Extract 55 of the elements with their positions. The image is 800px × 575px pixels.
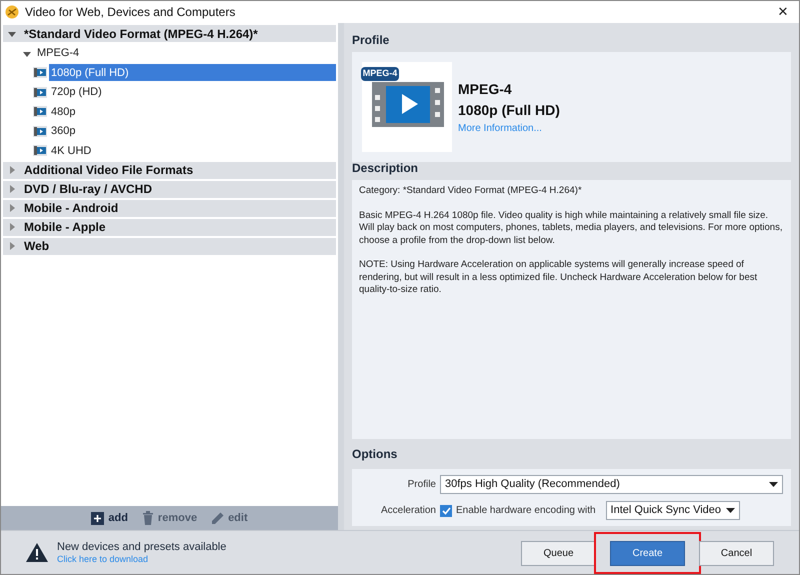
category-header[interactable]: Additional Video File Formats: [3, 162, 336, 178]
category-header[interactable]: Web: [3, 238, 336, 254]
collapsed-arrow-icon[interactable]: [8, 242, 16, 250]
collapsed-arrow-icon[interactable]: [8, 166, 16, 174]
video-file-icon: [362, 62, 452, 152]
category-header[interactable]: *Standard Video Format (MPEG-4 H.264)*: [3, 25, 336, 42]
field-label: Acceleration: [380, 504, 436, 518]
app-logo-icon: [5, 5, 19, 19]
expanded-arrow-icon[interactable]: [23, 50, 31, 58]
dialog-button[interactable]: Cancel: [699, 540, 774, 566]
trash-icon: [142, 511, 154, 525]
video-file-icon: [33, 67, 47, 78]
notice-title: New devices and presets available: [57, 540, 226, 554]
check-icon: [442, 506, 450, 514]
profile-select[interactable]: 30fps High Quality (Recommended): [440, 475, 783, 494]
format-name: MPEG-4: [458, 80, 513, 98]
video-file-icon: [33, 106, 47, 118]
collapsed-arrow-icon[interactable]: [8, 223, 16, 231]
add-icon: [91, 512, 104, 524]
warning-icon: [26, 543, 48, 562]
profile-item[interactable]: 720p (HD): [49, 84, 336, 101]
field-label: Profile: [406, 478, 436, 492]
dialog-button[interactable]: Queue: [521, 540, 596, 566]
dropdown-caret-icon: [726, 508, 735, 513]
category-header[interactable]: Mobile - Apple: [3, 218, 336, 236]
collapsed-arrow-icon[interactable]: [8, 204, 16, 212]
hardware-checkbox[interactable]: [440, 504, 452, 516]
profile-item[interactable]: 480p: [49, 103, 336, 120]
video-file-icon: [33, 145, 47, 156]
close-button[interactable]: ✕: [771, 2, 795, 22]
profile-item[interactable]: 4K UHD: [49, 142, 336, 160]
description-text: NOTE: Using Hardware Acceleration on applicable systems will generally increase speed of rendering, but will result in a less optimized file. Uncheck Hardware Acceleration below for best quality-to-size ratio.: [359, 259, 758, 296]
section-heading: Options: [352, 446, 398, 463]
description-text: Basic MPEG-4 H.264 1080p file. Video quality is high while maintaining a relatively small file size. Will play back on most computers, phones, tablets, media players, and televisions. For more options, choose a profile from the drop-down list below.: [359, 210, 784, 247]
expanded-arrow-icon[interactable]: [8, 30, 16, 38]
video-file-icon: [33, 86, 47, 98]
primary-button[interactable]: Create: [610, 540, 685, 566]
encoder-select[interactable]: Intel Quick Sync Video: [606, 501, 740, 520]
pencil-icon: [211, 512, 224, 524]
description-text: Category: *Standard Video Format (MPEG-4 H.264)*: [359, 185, 583, 198]
section-heading: Description: [352, 160, 420, 176]
add-button[interactable]: add: [91, 510, 128, 526]
checkbox-label: Enable hardware encoding with: [456, 504, 596, 518]
dropdown-caret-icon: [769, 482, 778, 487]
collapsed-arrow-icon[interactable]: [8, 185, 16, 193]
section-heading: Profile: [352, 32, 390, 49]
profile-item[interactable]: 360p: [49, 122, 336, 140]
video-file-icon: [33, 126, 47, 137]
tree-group[interactable]: MPEG-4: [3, 44, 336, 63]
profile-item[interactable]: 1080p (Full HD): [49, 64, 336, 82]
format-badge: MPEG-4: [360, 67, 400, 81]
category-header[interactable]: DVD / Blu-ray / AVCHD: [3, 180, 336, 198]
profile-name: 1080p (Full HD): [458, 100, 560, 120]
window-title: Video for Web, Devices and Computers: [25, 4, 236, 21]
category-header[interactable]: Mobile - Android: [3, 200, 336, 216]
